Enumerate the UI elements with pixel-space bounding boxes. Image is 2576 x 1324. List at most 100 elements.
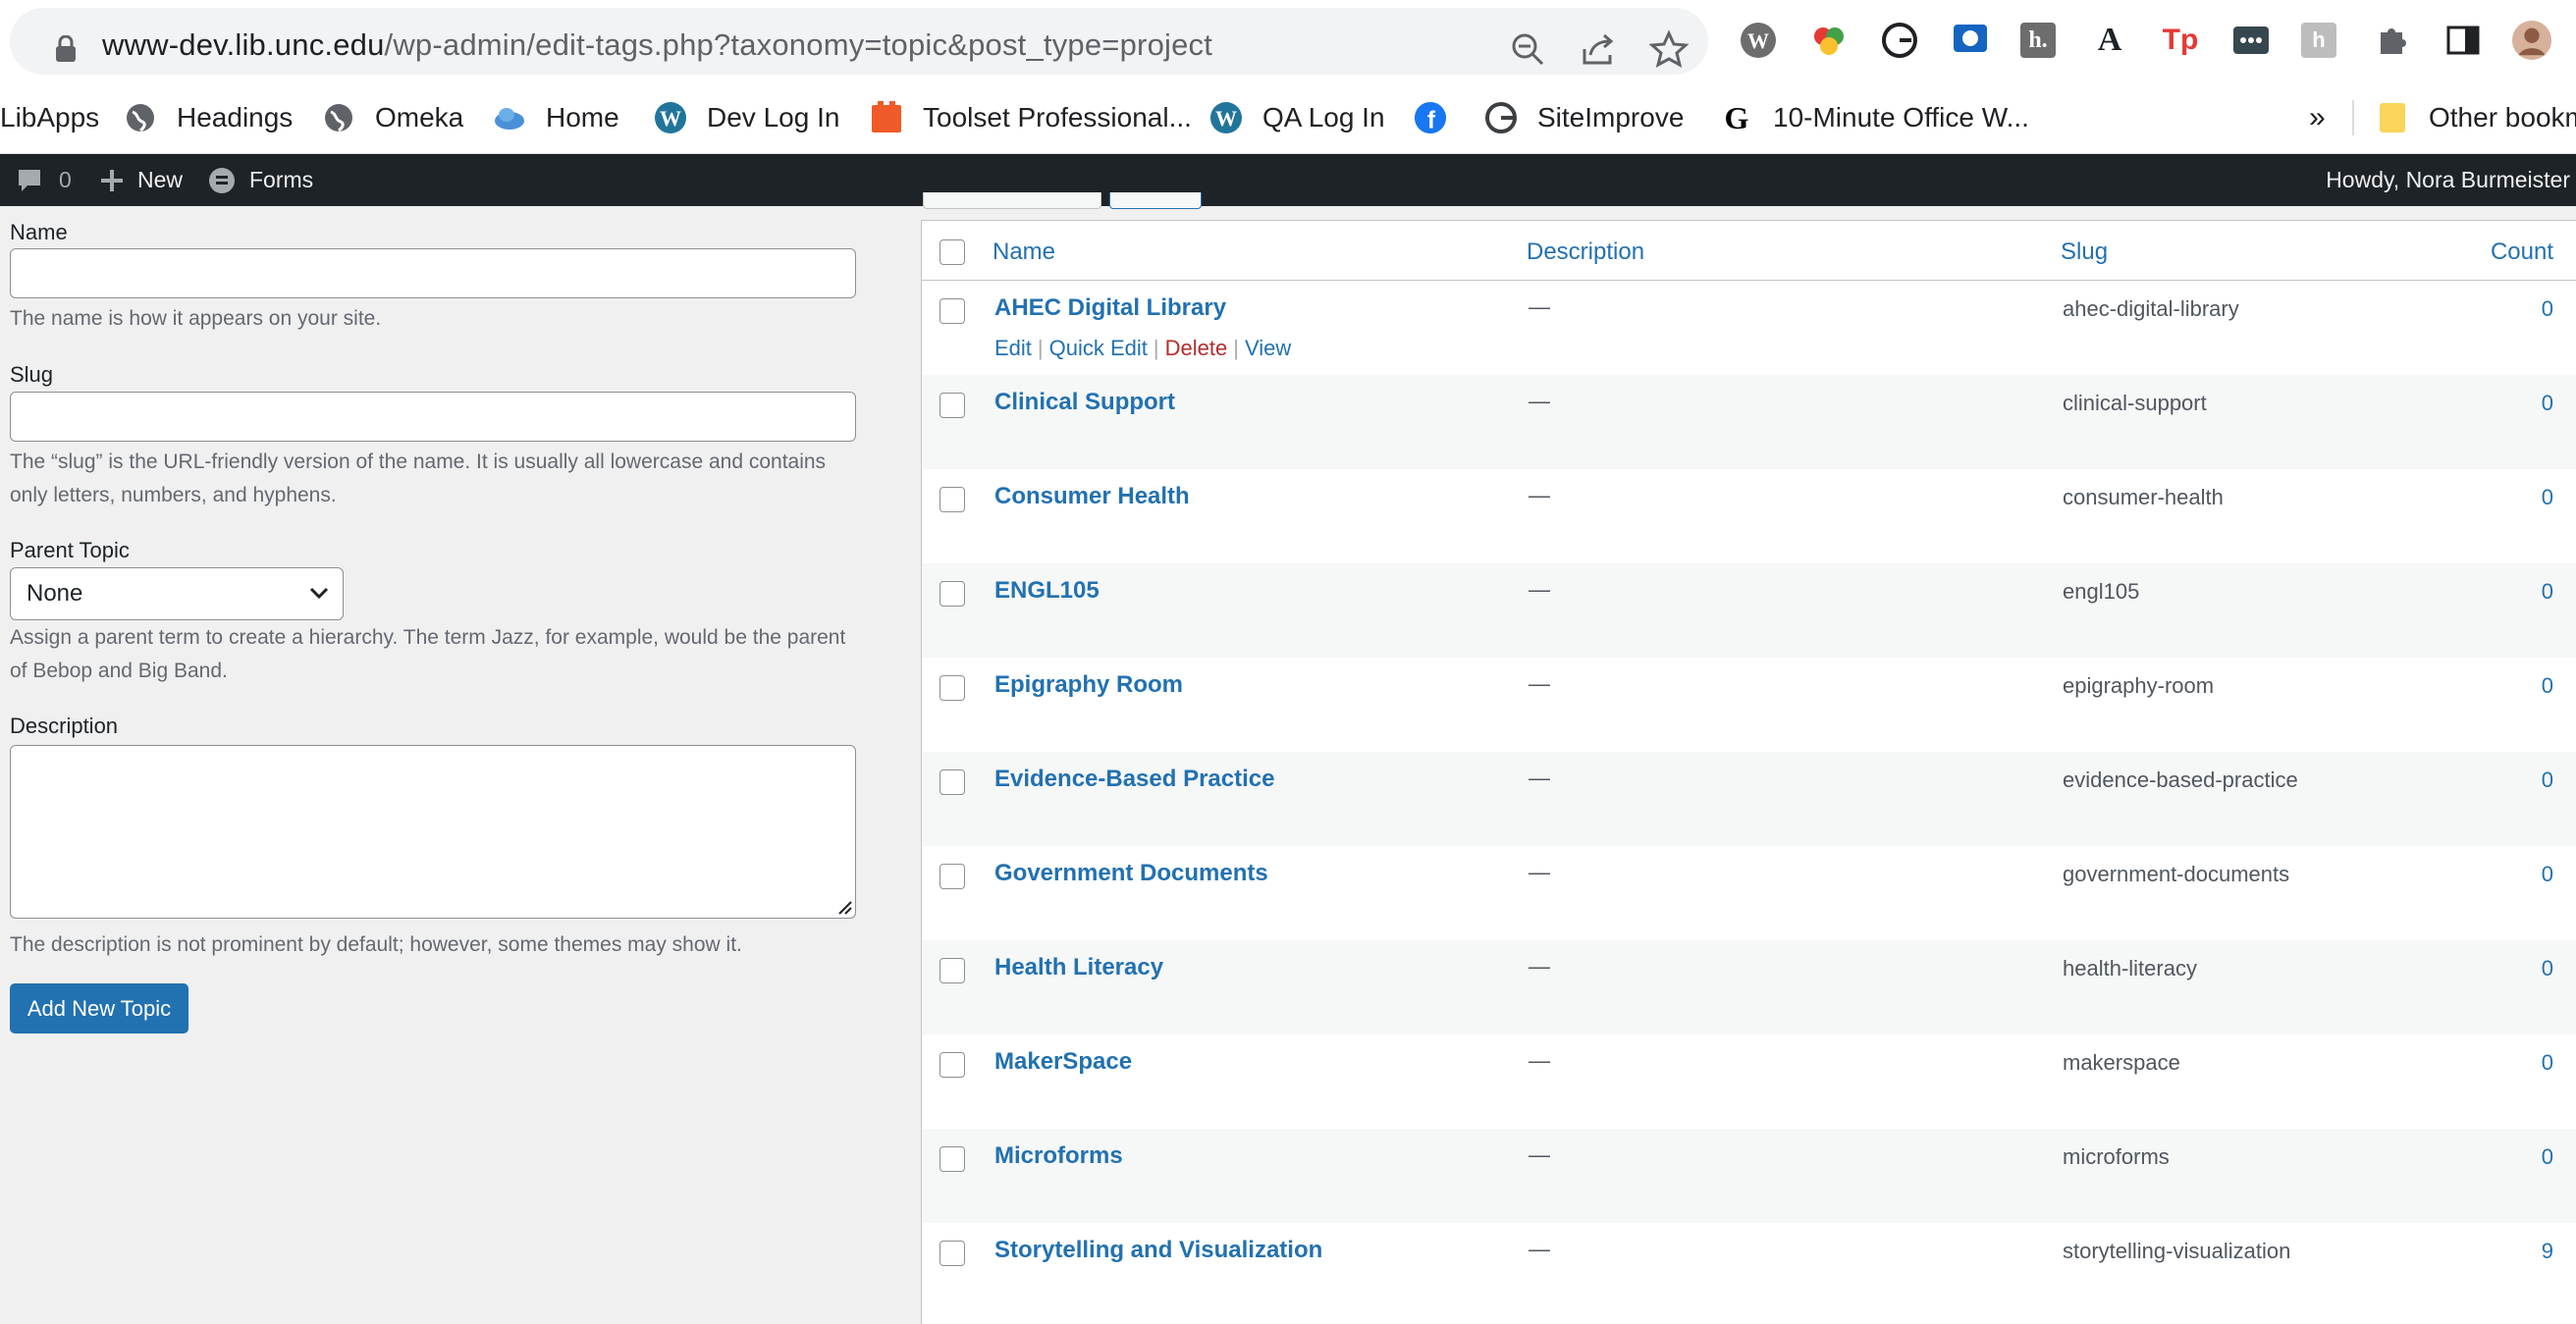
- table-row: Evidence-Based Practice — evidence-based-p…: [922, 752, 2576, 846]
- forms-label: Forms: [249, 167, 314, 192]
- bookmark-facebook[interactable]: f: [1414, 82, 1467, 153]
- quick-edit-link[interactable]: Quick Edit: [1049, 336, 1148, 360]
- apply-button[interactable]: [1109, 192, 1202, 209]
- row-checkbox[interactable]: [939, 958, 965, 983]
- slug-input[interactable]: [10, 392, 856, 442]
- term-slug: clinical-support: [2063, 391, 2207, 415]
- delete-link[interactable]: Delete: [1165, 336, 1228, 360]
- svg-text:f: f: [1427, 107, 1436, 133]
- chat-ext-icon[interactable]: [1950, 20, 1991, 61]
- term-count-link[interactable]: 0: [2542, 579, 2553, 605]
- side-panel-icon[interactable]: [2442, 20, 2484, 61]
- column-description-header[interactable]: Description: [1527, 238, 1644, 266]
- howdy-user-menu[interactable]: Howdy, Nora Burmeister: [2326, 154, 2570, 206]
- term-name-link[interactable]: ENGL105: [994, 577, 1100, 605]
- forms-link[interactable]: Forms: [208, 154, 313, 206]
- row-checkbox[interactable]: [939, 1146, 965, 1172]
- row-checkbox[interactable]: [939, 393, 965, 418]
- column-slug-header[interactable]: Slug: [2061, 238, 2108, 266]
- bookmark-home[interactable]: Home: [493, 82, 619, 153]
- new-label: New: [137, 167, 184, 192]
- term-count-link[interactable]: 0: [2542, 296, 2553, 322]
- term-name-link[interactable]: Clinical Support: [994, 389, 1175, 416]
- profile-avatar[interactable]: [2511, 20, 2552, 61]
- edit-link[interactable]: Edit: [994, 336, 1032, 360]
- term-name-link[interactable]: Microforms: [994, 1142, 1123, 1170]
- term-count-link[interactable]: 0: [2542, 673, 2553, 699]
- add-new-topic-button[interactable]: Add New Topic: [10, 983, 188, 1033]
- term-count-link[interactable]: 9: [2542, 1239, 2553, 1264]
- zoom-out-icon[interactable]: [1508, 29, 1547, 69]
- term-name-link[interactable]: Consumer Health: [994, 483, 1190, 510]
- color-picker-ext-icon[interactable]: [1808, 20, 1850, 61]
- bookmark-libapps[interactable]: LibApps: [0, 82, 99, 153]
- term-description: —: [1529, 1048, 1550, 1073]
- dots-ext-icon[interactable]: [2230, 20, 2272, 61]
- description-textarea[interactable]: [10, 745, 856, 919]
- new-content-link[interactable]: New: [100, 154, 183, 206]
- row-checkbox[interactable]: [939, 298, 965, 324]
- row-checkbox[interactable]: [939, 1052, 965, 1078]
- bookmark-10-minute-office[interactable]: G 10-Minute Office W...: [1720, 82, 2029, 153]
- term-description: —: [1529, 1237, 1550, 1261]
- bookmark-omeka[interactable]: Omeka: [322, 82, 463, 153]
- term-name-link[interactable]: Government Documents: [994, 860, 1268, 887]
- row-checkbox[interactable]: [939, 487, 965, 512]
- term-count-link[interactable]: 0: [2542, 956, 2553, 981]
- extensions-puzzle-icon[interactable]: [2372, 20, 2413, 61]
- term-count-link[interactable]: 0: [2542, 485, 2553, 510]
- comments-link[interactable]: 0: [16, 154, 72, 206]
- term-name-link[interactable]: Health Literacy: [994, 954, 1163, 981]
- term-count-link[interactable]: 0: [2542, 862, 2553, 887]
- bookmark-label: SiteImprove: [1537, 102, 1685, 132]
- parent-topic-help: Assign a parent term to create a hierarc…: [10, 626, 846, 682]
- bookmark-label: Toolset Professional...: [923, 102, 1192, 132]
- term-count-link[interactable]: 0: [2542, 768, 2553, 793]
- parent-topic-select[interactable]: None: [10, 567, 344, 620]
- bookmark-siteimprove[interactable]: SiteImprove: [1484, 82, 1684, 153]
- bookmark-label: Omeka: [375, 102, 464, 132]
- bookmark-toolset[interactable]: Toolset Professional...: [870, 82, 1192, 153]
- view-link[interactable]: View: [1245, 336, 1291, 360]
- address-bar[interactable]: www-dev.lib.unc.edu/wp-admin/edit-tags.p…: [10, 8, 1708, 75]
- row-checkbox[interactable]: [939, 1241, 965, 1266]
- term-name-link[interactable]: MakerSpace: [994, 1048, 1132, 1076]
- term-slug: government-documents: [2063, 862, 2290, 886]
- gizmodo-icon: G: [1724, 99, 1749, 135]
- h-ext-icon[interactable]: h.: [2020, 23, 2056, 58]
- separator: |: [1233, 336, 1239, 360]
- row-checkbox[interactable]: [939, 769, 965, 795]
- tp-ext-icon[interactable]: Tp: [2160, 20, 2201, 61]
- wordpress-ext-icon[interactable]: W: [1738, 20, 1779, 61]
- hypothesis-ext-icon[interactable]: h: [2301, 23, 2336, 58]
- select-all-checkbox[interactable]: [939, 239, 965, 265]
- table-row: Consumer Health — consumer-health 0: [922, 469, 2576, 563]
- column-name-header[interactable]: Name: [993, 238, 1055, 266]
- row-checkbox[interactable]: [939, 864, 965, 889]
- bookmark-qa-log-in[interactable]: W QA Log In: [1209, 82, 1385, 153]
- row-checkbox[interactable]: [939, 675, 965, 701]
- term-count-link[interactable]: 0: [2542, 1050, 2553, 1076]
- term-name-link[interactable]: Evidence-Based Practice: [994, 766, 1274, 793]
- term-description: —: [1529, 389, 1550, 413]
- term-count-link[interactable]: 0: [2542, 391, 2553, 416]
- term-name-link[interactable]: Storytelling and Visualization: [994, 1237, 1322, 1264]
- bulk-action-select[interactable]: [923, 192, 1101, 209]
- bookmarks-overflow-chevron-icon[interactable]: »: [2309, 82, 2326, 153]
- globe-icon: [322, 101, 355, 134]
- column-count-header[interactable]: Count: [2491, 238, 2553, 266]
- name-input[interactable]: [10, 248, 856, 298]
- resize-handle-icon[interactable]: [833, 896, 853, 916]
- bookmark-star-icon[interactable]: [1649, 29, 1689, 69]
- bookmark-headings[interactable]: Headings: [124, 82, 293, 153]
- term-count-link[interactable]: 0: [2542, 1144, 2553, 1170]
- term-name-link[interactable]: AHEC Digital Library: [994, 294, 1226, 322]
- grammarly-ext-icon[interactable]: [1879, 20, 1920, 61]
- share-icon[interactable]: [1579, 29, 1618, 69]
- bookmark-other-bookmarks[interactable]: Other bookm: [2376, 82, 2576, 153]
- term-name-link[interactable]: Epigraphy Room: [994, 671, 1183, 699]
- font-ext-icon[interactable]: A: [2089, 20, 2130, 61]
- row-checkbox[interactable]: [939, 581, 965, 607]
- svg-text:W: W: [660, 106, 681, 131]
- bookmark-dev-log-in[interactable]: W Dev Log In: [654, 82, 839, 153]
